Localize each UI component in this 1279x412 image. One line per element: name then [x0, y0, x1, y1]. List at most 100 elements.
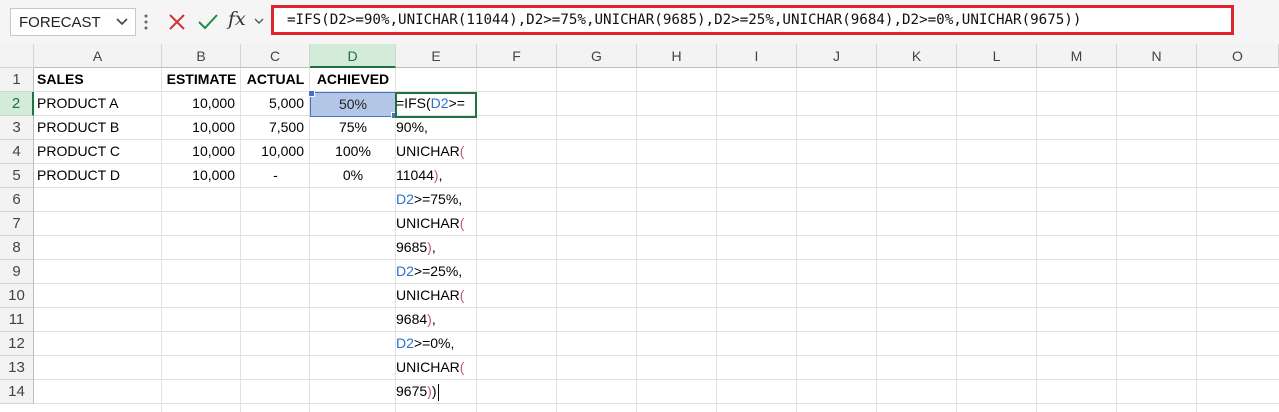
cell-c2[interactable]: 5,000: [241, 92, 310, 115]
selected-cell-d2[interactable]: 50%: [308, 90, 398, 119]
cell-a4[interactable]: PRODUCT C: [34, 140, 162, 163]
edit-formula-line: 9675)): [396, 379, 439, 403]
gridline: [1036, 68, 1037, 412]
row-header-14[interactable]: 14: [0, 380, 34, 404]
column-header-c[interactable]: C: [241, 44, 310, 68]
gridline: [956, 68, 957, 412]
gridline: [34, 403, 1279, 404]
column-header-f[interactable]: F: [477, 44, 557, 68]
column-header-e[interactable]: E: [396, 44, 477, 68]
formula-input[interactable]: =IFS(D2>=90%,UNICHAR(11044),D2>=75%,UNIC…: [271, 5, 1234, 35]
column-header-o[interactable]: O: [1197, 44, 1279, 68]
row-header-13[interactable]: 13: [0, 356, 34, 380]
formula-token: >=75%,: [413, 191, 463, 207]
edit-formula-line: 11044),: [396, 163, 442, 187]
name-box[interactable]: FORECAST: [10, 8, 136, 36]
row-header-7[interactable]: 7: [0, 212, 34, 236]
formula-text: =IFS(D2>=90%,UNICHAR(11044),D2>=75%,UNIC…: [287, 12, 1082, 28]
formula-token: =IFS(: [396, 95, 431, 111]
cell-c4[interactable]: 10,000: [241, 140, 310, 163]
cell-b1[interactable]: ESTIMATE: [162, 68, 241, 91]
column-header-k[interactable]: K: [877, 44, 957, 68]
edit-formula-line: 9685),: [396, 235, 436, 259]
edit-formula-line: 90%,: [396, 115, 428, 139]
cell-b4[interactable]: 10,000: [162, 140, 241, 163]
formula-token: UNICHAR: [396, 215, 460, 231]
formula-token: (: [459, 215, 465, 231]
edit-formula-line: D2>=25%,: [396, 259, 462, 283]
column-header-d[interactable]: D: [310, 44, 396, 68]
row-header-5[interactable]: 5: [0, 164, 34, 188]
column-header-b[interactable]: B: [162, 44, 241, 68]
cell-a2[interactable]: PRODUCT A: [34, 92, 162, 115]
cell-d5[interactable]: 0%: [310, 164, 396, 187]
row-header-8[interactable]: 8: [0, 236, 34, 260]
cell-b3[interactable]: 10,000: [162, 116, 241, 139]
gridline: [876, 68, 877, 412]
name-box-value: FORECAST: [19, 14, 101, 31]
row-header-9[interactable]: 9: [0, 260, 34, 284]
column-header-j[interactable]: J: [797, 44, 877, 68]
column-header-g[interactable]: G: [557, 44, 637, 68]
formula-token: (: [459, 287, 465, 303]
select-all-corner[interactable]: [0, 44, 34, 68]
formula-token: 11044: [396, 167, 434, 183]
enter-check-icon[interactable]: [196, 11, 220, 33]
cancel-icon[interactable]: [166, 11, 188, 33]
gridline: [34, 307, 1279, 308]
insert-function-icon[interactable]: fx: [228, 8, 246, 30]
row-header-4[interactable]: 4: [0, 140, 34, 164]
cell-b5[interactable]: 10,000: [162, 164, 241, 187]
formula-token: D2: [430, 95, 449, 111]
gridline: [1116, 68, 1117, 412]
formula-token: ): [431, 383, 437, 399]
formula-token: 9684: [396, 311, 428, 327]
row-header-10[interactable]: 10: [0, 284, 34, 308]
formula-bar: FORECAST fx =IFS(D2>=90%,UNICHAR(11044),…: [0, 0, 1279, 44]
formula-token: D2: [396, 335, 414, 351]
formula-token: 90%,: [396, 119, 428, 135]
row-header-2[interactable]: 2: [0, 92, 34, 116]
column-header-l[interactable]: L: [957, 44, 1037, 68]
gridline: [34, 355, 1279, 356]
text-cursor: [437, 383, 439, 401]
chevron-down-icon[interactable]: [115, 14, 129, 28]
row-header-11[interactable]: 11: [0, 308, 34, 332]
gridline: [556, 68, 557, 412]
row-header-1[interactable]: 1: [0, 68, 34, 92]
column-header-h[interactable]: H: [637, 44, 717, 68]
edit-formula-line: D2>=75%,: [396, 187, 462, 211]
formula-token: ,: [431, 311, 436, 327]
gridline: [34, 187, 1279, 188]
gridline: [34, 379, 1279, 380]
cell-a3[interactable]: PRODUCT B: [34, 116, 162, 139]
more-options-icon[interactable]: [143, 12, 149, 32]
formula-token: ,: [431, 239, 436, 255]
row-header-12[interactable]: 12: [0, 332, 34, 356]
formula-token: >=: [448, 95, 465, 111]
chevron-down-icon[interactable]: [253, 15, 265, 27]
cell-d1[interactable]: ACHIEVED: [310, 68, 396, 91]
gridline: [34, 283, 1279, 284]
cell-b2[interactable]: 10,000: [162, 92, 241, 115]
formula-token: (: [459, 143, 465, 159]
row-header-6[interactable]: 6: [0, 188, 34, 212]
formula-token: >=0%,: [413, 335, 455, 351]
edit-formula-line: UNICHAR(: [396, 283, 464, 307]
column-header-n[interactable]: N: [1117, 44, 1197, 68]
edit-formula-line: UNICHAR(: [396, 355, 464, 379]
cell-c1[interactable]: ACTUAL: [241, 68, 310, 91]
cell-d4[interactable]: 100%: [310, 140, 396, 163]
column-header-a[interactable]: A: [34, 44, 162, 68]
cell-c3[interactable]: 7,500: [241, 116, 310, 139]
column-header-i[interactable]: I: [717, 44, 797, 68]
column-header-m[interactable]: M: [1037, 44, 1117, 68]
formula-token: 9675: [396, 383, 428, 399]
cell-c5[interactable]: -: [241, 164, 310, 187]
row-header-3[interactable]: 3: [0, 116, 34, 140]
cell-a5[interactable]: PRODUCT D: [34, 164, 162, 187]
gridline: [34, 259, 1279, 260]
cell-d3[interactable]: 75%: [310, 116, 396, 139]
cell-a1[interactable]: SALES: [34, 68, 162, 91]
gridline: [796, 68, 797, 412]
